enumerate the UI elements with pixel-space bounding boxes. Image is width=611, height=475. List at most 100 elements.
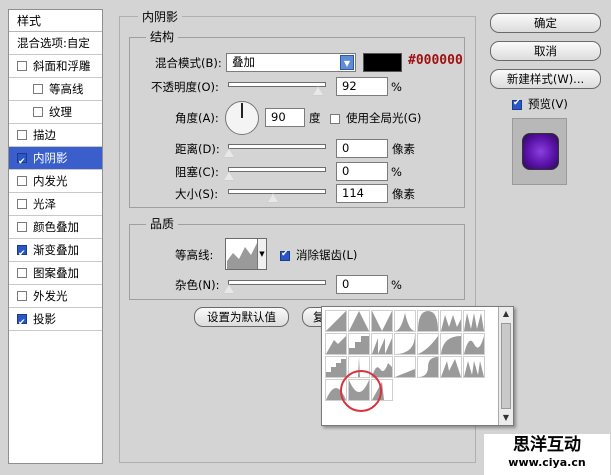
chevron-down-icon[interactable]: ▼ xyxy=(257,239,266,269)
new-style-button[interactable]: 新建样式(W)... xyxy=(490,69,601,89)
contour-option-ring-double[interactable] xyxy=(463,310,485,332)
contour-picker-button[interactable]: ▼ xyxy=(225,238,267,270)
style-item-checkbox[interactable] xyxy=(17,291,27,301)
style-item[interactable]: 描边 xyxy=(9,124,102,147)
contour-option-tri-peak[interactable] xyxy=(463,356,485,378)
choke-slider-thumb[interactable] xyxy=(223,171,235,181)
size-input[interactable]: 114 xyxy=(336,184,388,203)
style-item-checkbox[interactable] xyxy=(17,176,27,186)
style-item-checkbox[interactable] xyxy=(17,61,27,71)
make-default-button[interactable]: 设置为默认值 xyxy=(194,307,289,327)
scroll-down-icon[interactable]: ▼ xyxy=(499,411,513,425)
contour-picker-popup: ▲ ▼ xyxy=(321,306,514,426)
structure-title: 结构 xyxy=(146,30,179,44)
chevron-down-icon[interactable]: ▼ xyxy=(340,55,354,70)
global-light-checkbox[interactable] xyxy=(330,112,346,126)
style-item-label: 斜面和浮雕 xyxy=(33,59,91,73)
styles-list: 样式 混合选项:自定斜面和浮雕等高线纹理描边内阴影内发光光泽颜色叠加渐变叠加图案… xyxy=(8,9,103,464)
contour-option-steps[interactable] xyxy=(325,356,347,378)
styles-list-header: 样式 xyxy=(9,10,102,32)
angle-input[interactable]: 90 xyxy=(265,108,305,127)
style-item-checkbox[interactable] xyxy=(17,222,27,232)
contour-option-sine[interactable] xyxy=(463,333,485,355)
opacity-label: 不透明度(O): xyxy=(151,80,219,94)
style-item[interactable]: 颜色叠加 xyxy=(9,216,102,239)
shadow-color-swatch[interactable] xyxy=(363,53,402,72)
noise-slider-thumb[interactable] xyxy=(223,284,235,294)
distance-input[interactable]: 0 xyxy=(336,139,388,158)
preview-checkbox[interactable] xyxy=(512,98,528,112)
style-item-label: 渐变叠加 xyxy=(33,243,79,257)
distance-slider-track[interactable] xyxy=(228,144,326,149)
contour-option-cone[interactable] xyxy=(348,310,370,332)
style-item-label: 内阴影 xyxy=(33,151,68,165)
style-item[interactable]: 光泽 xyxy=(9,193,102,216)
choke-input[interactable]: 0 xyxy=(336,162,388,181)
quality-title: 品质 xyxy=(146,217,179,231)
contour-option-cove-shallow[interactable] xyxy=(417,333,439,355)
style-item[interactable]: 等高线 xyxy=(9,78,102,101)
watermark-name: 思洋互动 xyxy=(513,435,581,455)
contour-option-notched[interactable] xyxy=(440,356,462,378)
choke-slider-track[interactable] xyxy=(228,167,326,172)
contour-scrollbar[interactable]: ▲ ▼ xyxy=(498,307,513,425)
style-item[interactable]: 内阴影 xyxy=(9,147,102,174)
angle-degree-unit: 度 xyxy=(309,111,321,125)
distance-slider-thumb[interactable] xyxy=(223,148,235,158)
style-item[interactable]: 外发光 xyxy=(9,285,102,308)
distance-unit: 像素 xyxy=(392,142,415,156)
contour-option-cone-inverted[interactable] xyxy=(371,310,393,332)
style-item[interactable]: 斜面和浮雕 xyxy=(9,55,102,78)
contour-option-linear[interactable] xyxy=(325,310,347,332)
contour-option-ring[interactable] xyxy=(440,310,462,332)
choke-label: 阻塞(C): xyxy=(175,165,219,179)
contour-option-sawtooth[interactable] xyxy=(371,333,393,355)
preview-label: 预览(V) xyxy=(528,97,568,111)
style-item-checkbox[interactable] xyxy=(17,199,27,209)
highlight-circle-annotation xyxy=(340,370,382,412)
size-slider-thumb[interactable] xyxy=(267,193,280,203)
contour-option-log[interactable] xyxy=(440,333,462,355)
style-item[interactable]: 渐变叠加 xyxy=(9,239,102,266)
style-item[interactable]: 纹理 xyxy=(9,101,102,124)
contour-label: 等高线: xyxy=(175,248,214,262)
preview-swatch xyxy=(522,133,559,170)
angle-dial-pointer xyxy=(241,103,243,118)
blend-mode-select[interactable]: 叠加 ▼ xyxy=(226,53,356,72)
style-item[interactable]: 投影 xyxy=(9,308,102,335)
antialias-checkbox-box[interactable] xyxy=(280,249,290,261)
preview-thumbnail xyxy=(512,118,567,185)
opacity-input[interactable]: 92 xyxy=(336,77,388,96)
style-item-checkbox[interactable] xyxy=(17,151,27,174)
noise-percent: % xyxy=(391,278,402,292)
global-light-checkbox-box[interactable] xyxy=(330,114,340,124)
noise-slider-track[interactable] xyxy=(228,280,326,285)
noise-input[interactable]: 0 xyxy=(336,275,388,294)
angle-label: 角度(A): xyxy=(175,111,219,125)
contour-option-half-round[interactable] xyxy=(417,310,439,332)
style-item-checkbox[interactable] xyxy=(17,130,27,140)
cancel-button[interactable]: 取消 xyxy=(490,41,601,61)
antialias-checkbox[interactable] xyxy=(280,249,296,263)
contour-option-s-curve[interactable] xyxy=(417,356,439,378)
style-item-checkbox[interactable] xyxy=(33,107,43,117)
contour-option-rolling-slope[interactable] xyxy=(325,333,347,355)
style-item-checkbox[interactable] xyxy=(33,84,43,94)
style-item-checkbox[interactable] xyxy=(17,268,27,278)
preview-checkbox-box[interactable] xyxy=(512,98,522,110)
contour-option-rounded-steps[interactable] xyxy=(348,333,370,355)
style-item-checkbox[interactable] xyxy=(17,243,27,266)
style-item[interactable]: 混合选项:自定 xyxy=(9,32,102,55)
opacity-slider-thumb[interactable] xyxy=(312,86,325,96)
style-item-checkbox[interactable] xyxy=(17,312,27,335)
contour-option-gaussian[interactable] xyxy=(394,310,416,332)
contour-option-shallow-slope[interactable] xyxy=(394,356,416,378)
style-item-label: 内发光 xyxy=(33,174,68,188)
scrollbar-thumb[interactable] xyxy=(501,323,511,409)
style-item-label: 投影 xyxy=(33,312,56,326)
style-item-label: 外发光 xyxy=(33,289,68,303)
watermark-url: www.ciya.cn xyxy=(508,456,586,469)
contour-option-cove-deep[interactable] xyxy=(394,333,416,355)
ok-button[interactable]: 确定 xyxy=(490,13,601,33)
scroll-up-icon[interactable]: ▲ xyxy=(499,307,513,321)
